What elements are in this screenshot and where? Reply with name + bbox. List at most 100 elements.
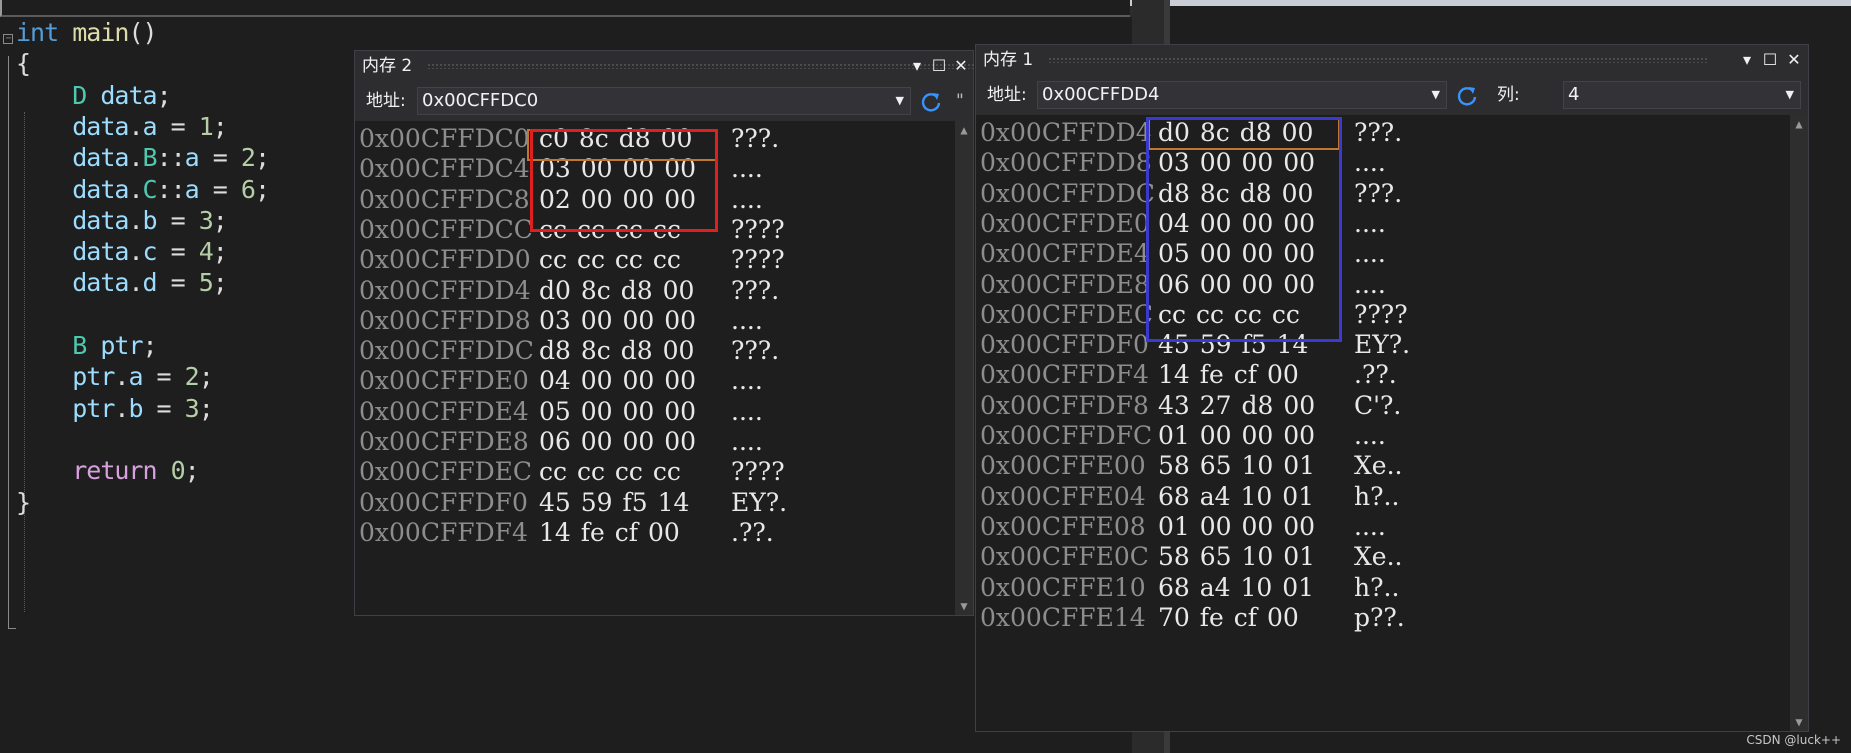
- code-token: ;: [254, 143, 270, 173]
- refresh-icon[interactable]: [1456, 85, 1478, 107]
- code-token: ::: [156, 143, 186, 173]
- code-line[interactable]: ptr.b = 3;: [16, 390, 214, 427]
- code-token: ;: [254, 174, 270, 204]
- code-token: ptr: [72, 362, 115, 392]
- code-token: data: [100, 80, 157, 110]
- memory-window-1-toolbar: 地址: 0x00CFFDD4 ▼ 列: 4 ▼: [976, 75, 1808, 115]
- memory-window-1-title: 内存 1: [983, 50, 1034, 70]
- memory-window-2[interactable]: 内存 2 ▾ ☐ ✕ 地址: 0x00CFFDC0 ▼ " ▲ ▼ 0x00CF…: [354, 50, 1247, 616]
- code-token: a: [184, 174, 200, 204]
- scroll-down-icon[interactable]: ▼: [1790, 715, 1808, 729]
- code-token: a: [128, 362, 143, 392]
- memory-ascii[interactable]: .??.: [731, 515, 774, 551]
- code-token: ;: [184, 456, 200, 486]
- maximize-icon[interactable]: ☐: [1758, 45, 1782, 75]
- code-token: d: [142, 268, 158, 298]
- memory-window-1-grid[interactable]: ▲ ▼ 0x00CFFDD4 d0 8c d8 00???. 0x00CFFDD8 0…: [976, 115, 1808, 731]
- code-token: .: [128, 174, 143, 204]
- close-icon[interactable]: ✕: [1782, 45, 1806, 75]
- code-token: ptr: [100, 331, 143, 360]
- memory-window-2-toolbar: 地址: 0x00CFFDC0 ▼ ": [355, 81, 973, 121]
- code-line[interactable]: int main(): [16, 14, 158, 51]
- window-menu-icon[interactable]: ▾: [1735, 45, 1759, 75]
- watermark: CSDN @luck++: [1746, 733, 1841, 747]
- maximize-icon[interactable]: ☐: [927, 51, 951, 81]
- memory-ascii[interactable]: p??.: [1354, 600, 1405, 636]
- code-token: (): [128, 18, 157, 47]
- code-token: data: [72, 205, 129, 235]
- memory-window-2-titlebar[interactable]: 内存 2 ▾ ☐ ✕: [355, 51, 1247, 81]
- code-token: D: [72, 80, 87, 110]
- code-token: ;: [212, 237, 228, 267]
- code-token: 6: [240, 174, 256, 204]
- memory-row[interactable]: 0x00CFFE14 70 fe cf 00 p??.: [976, 600, 1808, 636]
- memory-window-2-title: 内存 2: [362, 56, 413, 76]
- code-token: =: [198, 174, 241, 204]
- code-token: 5: [198, 268, 214, 298]
- code-token: a: [184, 143, 200, 173]
- address-input[interactable]: 0x00CFFDD4 ▼: [1037, 81, 1447, 109]
- code-token: ;: [212, 268, 228, 298]
- fold-guide: [8, 56, 9, 629]
- refresh-icon[interactable]: [920, 91, 942, 113]
- code-token: 2: [240, 143, 256, 173]
- memory-bytes[interactable]: 14 fe cf 00: [539, 515, 680, 551]
- code-token: data: [72, 143, 129, 173]
- chevron-down-icon[interactable]: ▼: [1432, 82, 1440, 108]
- chevron-down-icon[interactable]: ▼: [896, 88, 904, 114]
- code-token: a: [142, 111, 158, 141]
- code-token: return: [72, 456, 157, 486]
- address-input[interactable]: 0x00CFFDC0 ▼: [417, 87, 911, 115]
- memory-address: 0x00CFFE14: [980, 602, 1146, 632]
- code-token: B: [72, 331, 87, 360]
- title-grip: [1048, 57, 1708, 63]
- fold-guide-end: [8, 628, 16, 629]
- code-token: =: [156, 205, 199, 235]
- code-line[interactable]: return 0;: [16, 452, 200, 489]
- code-token: }: [16, 487, 31, 517]
- code-token: main: [72, 18, 129, 47]
- code-token: {: [16, 49, 31, 79]
- code-token: data: [72, 111, 129, 141]
- code-token: .: [128, 111, 143, 141]
- address-value: 0x00CFFDC0: [422, 90, 539, 111]
- memory-window-1[interactable]: 内存 1 ▾ ☐ ✕ 地址: 0x00CFFDD4 ▼ 列: 4 ▼ ▲ ▼ 0…: [975, 44, 1809, 732]
- address-label: 地址:: [987, 85, 1027, 105]
- memory-bytes[interactable]: 70 fe cf 00: [1158, 600, 1299, 636]
- toolbar-overflow[interactable]: ": [956, 81, 964, 121]
- memory-row[interactable]: 0x00CFFDF4 14 fe cf 00.??.: [355, 515, 973, 551]
- code-token: ;: [156, 80, 172, 110]
- columns-select[interactable]: 4 ▼: [1563, 81, 1801, 109]
- close-icon[interactable]: ✕: [949, 51, 973, 81]
- code-token: ::: [156, 174, 186, 204]
- code-token: .: [128, 143, 143, 173]
- code-token: C: [142, 174, 158, 204]
- code-token: 1: [198, 111, 214, 141]
- chevron-down-icon[interactable]: ▼: [1786, 82, 1794, 108]
- memory-window-1-titlebar[interactable]: 内存 1 ▾ ☐ ✕: [976, 45, 1808, 75]
- code-token: =: [198, 143, 241, 173]
- window-menu-icon[interactable]: ▾: [905, 51, 929, 81]
- code-line[interactable]: }: [16, 484, 31, 521]
- collapse-icon[interactable]: −: [3, 34, 13, 44]
- code-line[interactable]: data.d = 5;: [16, 264, 228, 301]
- address-label: 地址:: [366, 91, 406, 111]
- scroll-down-icon[interactable]: ▼: [955, 599, 973, 613]
- code-token: 3: [184, 393, 200, 423]
- highlight-box-blue: [1146, 117, 1342, 342]
- code-token: c: [142, 237, 158, 267]
- code-token: b: [142, 205, 158, 235]
- code-token: int: [16, 18, 59, 47]
- code-token: .: [114, 393, 129, 423]
- code-token: .: [128, 268, 143, 298]
